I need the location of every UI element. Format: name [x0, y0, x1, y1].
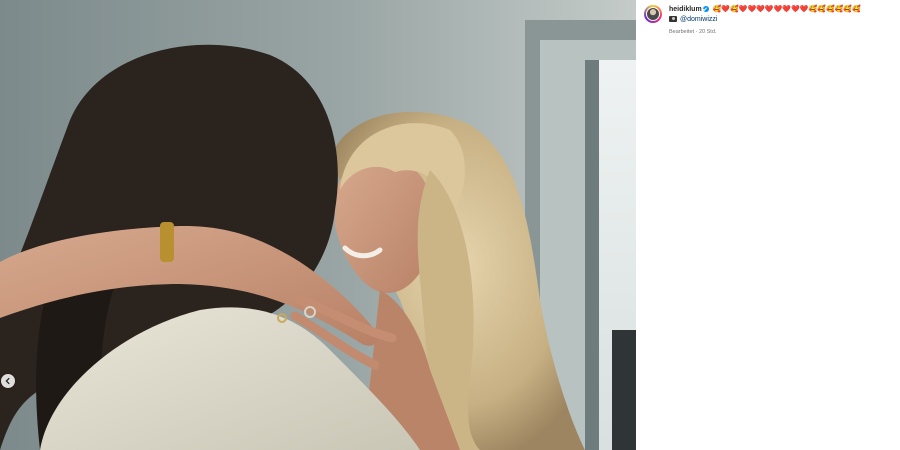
chevron-left-icon	[5, 377, 10, 385]
caption-block: heidiklum 🥰❤️🥰❤️❤️❤️❤️❤️❤️❤️❤️🥰🥰🥰🥰🥰🥰 @do…	[644, 5, 897, 35]
post-time[interactable]: 20 Std.	[699, 29, 716, 35]
camera-icon	[669, 15, 677, 22]
mention-link[interactable]: @domiwizzi	[680, 16, 717, 23]
edited-label: Bearbeitet	[669, 29, 695, 35]
post-meta: Bearbeitet · 20 Std.	[669, 29, 897, 35]
avatar-image	[647, 8, 659, 20]
username-link[interactable]: heidiklum	[669, 6, 702, 13]
post-details-panel: heidiklum 🥰❤️🥰❤️❤️❤️❤️❤️❤️❤️❤️🥰🥰🥰🥰🥰🥰 @do…	[636, 0, 900, 450]
post-photo	[0, 0, 636, 450]
caption-emojis: 🥰❤️🥰❤️❤️❤️❤️❤️❤️❤️❤️🥰🥰🥰🥰🥰🥰	[712, 6, 861, 13]
verified-badge-icon	[702, 5, 709, 12]
carousel-prev-button[interactable]	[1, 374, 15, 388]
meta-separator: ·	[695, 29, 698, 35]
photo-illustration	[0, 0, 636, 450]
caption-text: heidiklum 🥰❤️🥰❤️❤️❤️❤️❤️❤️❤️❤️🥰🥰🥰🥰🥰🥰 @do…	[669, 5, 897, 25]
avatar[interactable]	[644, 5, 662, 23]
